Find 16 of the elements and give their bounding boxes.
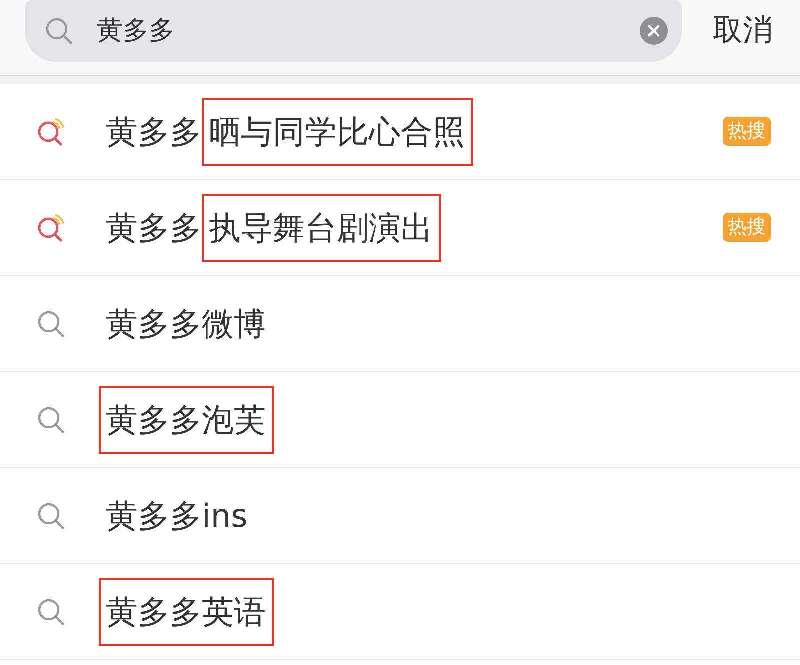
search-icon	[45, 17, 73, 45]
search-icon	[37, 406, 65, 434]
cancel-button[interactable]: 取消	[713, 0, 773, 62]
hot-badge: 热搜	[723, 213, 771, 242]
suggestion-text[interactable]: 黄多多ins	[106, 500, 248, 532]
hot-badge: 热搜	[723, 117, 771, 146]
clear-icon[interactable]	[640, 17, 668, 45]
trending-search-icon	[37, 118, 65, 146]
search-field[interactable]: 黄多多	[25, 0, 682, 62]
search-icon	[37, 310, 65, 338]
trending-search-icon	[37, 214, 65, 242]
suggestion-text[interactable]: 黄多多微博	[106, 308, 266, 340]
search-icon	[37, 502, 65, 530]
suggestion-text[interactable]: 黄多多泡芙	[99, 386, 274, 454]
suggestion-text[interactable]: 黄多多英语	[99, 578, 274, 646]
search-icon	[37, 598, 65, 626]
